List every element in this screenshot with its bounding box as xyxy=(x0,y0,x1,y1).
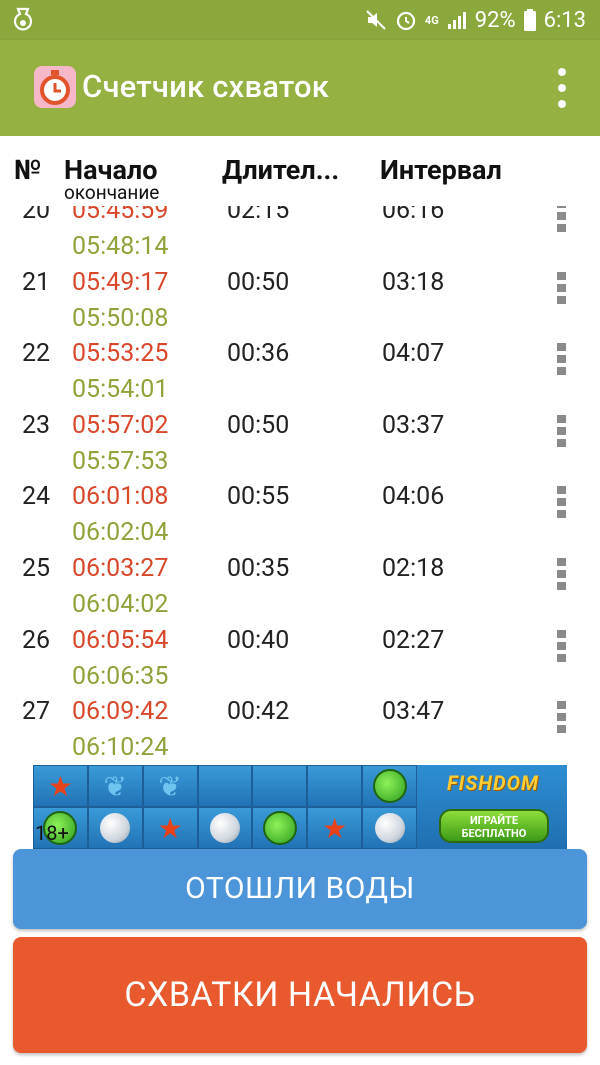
signal-icon xyxy=(447,12,466,29)
contraction-row[interactable]: 25 06:03:27 06:04:02 00:35 02:18 xyxy=(0,536,600,619)
header-num: № xyxy=(14,154,42,186)
row-menu-icon[interactable] xyxy=(555,701,567,734)
overflow-menu-icon[interactable] xyxy=(554,68,570,108)
row-interval: 03:47 xyxy=(382,697,445,727)
app-notification-icon xyxy=(13,7,33,31)
shell-icon: ❦ xyxy=(103,769,127,803)
row-interval: 03:37 xyxy=(382,410,445,440)
row-interval: 03:18 xyxy=(382,267,445,297)
contraction-row[interactable]: 26 06:05:54 06:06:35 00:40 02:27 xyxy=(0,608,600,691)
row-start-time: 06:03:27 xyxy=(72,553,169,583)
battery-icon xyxy=(523,9,536,31)
row-duration: 00:36 xyxy=(227,339,290,369)
header-start-sub: окончание xyxy=(64,181,160,204)
row-menu-icon[interactable] xyxy=(555,414,567,447)
pearl-icon xyxy=(209,813,240,843)
waters-broke-button[interactable]: ОТОШЛИ ВОДЫ xyxy=(13,849,587,929)
ad-banner[interactable]: ★ ❦ ❦ ★ ★ 18+ FISHDOM ИГРАЙТЕ БЕСПЛАТНО xyxy=(33,765,567,849)
row-interval: 04:06 xyxy=(382,482,445,512)
contractions-started-button[interactable]: СХВАТКИ НАЧАЛИСЬ xyxy=(13,937,587,1053)
turtle-icon xyxy=(262,811,297,845)
row-number: 23 xyxy=(22,410,51,440)
row-menu-icon[interactable] xyxy=(555,343,567,376)
contraction-row[interactable]: 27 06:09:42 06:10:24 00:42 03:47 xyxy=(0,679,600,762)
network-type: 4G xyxy=(424,13,439,27)
row-start-time: 06:09:42 xyxy=(72,697,169,727)
row-start-time: 06:05:54 xyxy=(72,625,169,655)
row-start-time: 06:01:08 xyxy=(72,482,169,512)
contraction-row[interactable]: 20 05:45:59 05:48:14 02:15 06:16 xyxy=(0,206,600,261)
contraction-row[interactable]: 21 05:49:17 05:50:08 00:50 03:18 xyxy=(0,250,600,333)
row-number: 26 xyxy=(22,625,51,655)
stopwatch-icon xyxy=(34,66,76,108)
row-menu-icon[interactable] xyxy=(555,486,567,519)
header-interval: Интервал xyxy=(380,154,502,186)
row-start-time: 05:57:02 xyxy=(72,410,169,440)
row-interval: 04:07 xyxy=(382,339,445,369)
row-interval: 02:27 xyxy=(382,625,445,655)
shell-icon: ❦ xyxy=(158,769,182,803)
row-number: 22 xyxy=(22,339,51,369)
row-duration: 00:35 xyxy=(227,553,290,583)
starfish-icon: ★ xyxy=(322,811,348,845)
header-duration: Длител... xyxy=(222,154,340,186)
ad-cta-button[interactable]: ИГРАЙТЕ БЕСПЛАТНО xyxy=(439,809,549,843)
starfish-icon: ★ xyxy=(157,811,183,845)
app-title: Счетчик схваток xyxy=(82,68,330,105)
row-number: 24 xyxy=(22,482,51,512)
ad-game-grid: ★ ❦ ❦ ★ ★ xyxy=(33,765,417,849)
row-menu-icon[interactable] xyxy=(555,629,567,662)
row-number: 20 xyxy=(22,206,51,225)
alarm-icon xyxy=(396,11,416,31)
pearl-icon xyxy=(100,813,131,843)
row-duration: 00:42 xyxy=(227,697,290,727)
row-number: 27 xyxy=(22,697,51,727)
row-number: 21 xyxy=(22,267,51,297)
contractions-list[interactable]: 20 05:45:59 05:48:14 02:15 06:16 21 05:49:17 05… xyxy=(0,206,600,764)
pearl-icon xyxy=(374,813,405,843)
row-duration: 02:15 xyxy=(227,206,290,225)
contraction-row[interactable]: 22 05:53:25 05:54:01 00:36 04:07 xyxy=(0,321,600,404)
contraction-row[interactable]: 24 06:01:08 06:02:04 00:55 04:06 xyxy=(0,464,600,547)
row-menu-icon[interactable] xyxy=(555,206,567,232)
row-interval: 06:16 xyxy=(382,206,445,225)
row-duration: 00:40 xyxy=(227,625,290,655)
ad-brand-logo: FISHDOM xyxy=(447,771,539,795)
row-start-time: 05:49:17 xyxy=(72,267,169,297)
row-number: 25 xyxy=(22,553,51,583)
row-menu-icon[interactable] xyxy=(555,557,567,590)
ad-age-rating: 18+ xyxy=(35,821,69,845)
row-duration: 00:50 xyxy=(227,267,290,297)
row-start-time: 05:53:25 xyxy=(72,339,169,369)
app-bar: Счетчик схваток xyxy=(0,40,600,136)
status-bar: 4G 92% 6:13 xyxy=(0,0,600,40)
row-start-time: 05:45:59 xyxy=(72,206,169,225)
turtle-icon xyxy=(372,769,407,803)
mute-icon xyxy=(366,10,386,30)
row-menu-icon[interactable] xyxy=(555,271,567,304)
contraction-row[interactable]: 23 05:57:02 05:57:53 00:50 03:37 xyxy=(0,393,600,476)
ad-brand-panel: FISHDOM ИГРАЙТЕ БЕСПЛАТНО xyxy=(417,765,567,849)
row-interval: 02:18 xyxy=(382,553,445,583)
battery-percent: 92% xyxy=(474,7,516,33)
row-duration: 00:55 xyxy=(227,482,290,512)
clock: 6:13 xyxy=(543,7,586,33)
table-header: № Начало окончание Длител... Интервал xyxy=(0,136,600,206)
row-duration: 00:50 xyxy=(227,410,290,440)
starfish-icon: ★ xyxy=(47,769,73,803)
row-end-time: 06:10:24 xyxy=(72,733,169,763)
